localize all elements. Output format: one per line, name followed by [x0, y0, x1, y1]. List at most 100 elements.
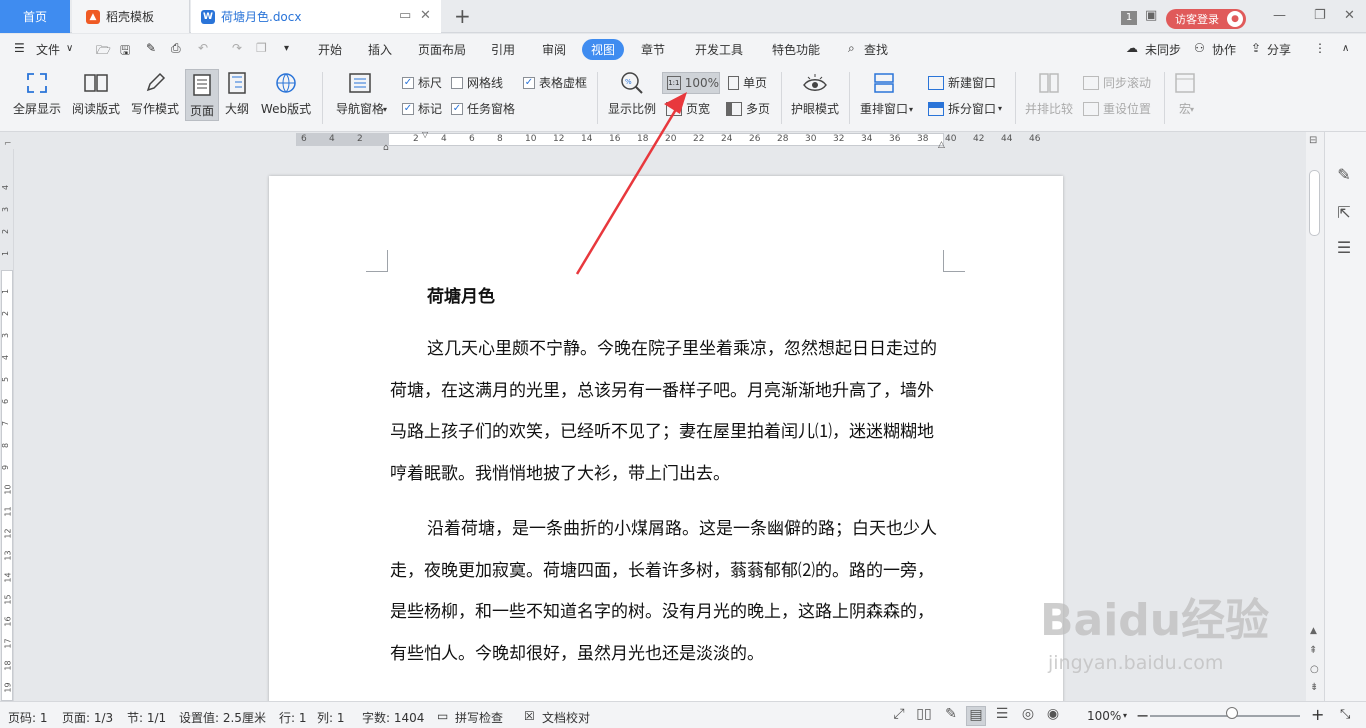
right-indent-icon[interactable]: △: [938, 140, 945, 150]
restore-icon[interactable]: ❐: [1314, 8, 1326, 23]
nav-pane-dropdown-icon[interactable]: ▾: [383, 105, 387, 114]
marks-checkbox[interactable]: ✓ 标记: [402, 100, 442, 117]
undo-icon[interactable]: ↶: [198, 41, 208, 55]
settings-sliders-icon[interactable]: ☰: [1333, 238, 1355, 260]
tab-stop-icon[interactable]: ⌐: [4, 139, 12, 149]
macro-button[interactable]: 宏: [1170, 64, 1200, 117]
tab-templates[interactable]: ▲ 稻壳模板: [72, 0, 190, 33]
open-icon[interactable]: 🗁: [96, 41, 111, 62]
new-tab-button[interactable]: +: [454, 4, 471, 28]
more-icon[interactable]: ⋮: [1314, 41, 1326, 55]
menu-references[interactable]: 引用: [491, 41, 515, 58]
page-view-button[interactable]: 页面: [185, 69, 219, 121]
minimize-icon[interactable]: —: [1273, 8, 1286, 23]
format-painter-icon[interactable]: ✎: [146, 41, 156, 55]
menu-review[interactable]: 审阅: [542, 41, 566, 58]
select-cursor-icon[interactable]: ⇱: [1333, 203, 1355, 225]
tab-home[interactable]: 首页: [0, 0, 70, 33]
gridlines-checkbox[interactable]: 网格线: [451, 74, 503, 91]
float-window-icon[interactable]: ▭: [399, 8, 411, 23]
fit-window-icon[interactable]: ⤡: [1340, 707, 1350, 722]
menu-insert[interactable]: 插入: [368, 41, 392, 58]
table-gridlines-checkbox[interactable]: ✓ 表格虚框: [523, 74, 587, 91]
collapse-ribbon-icon[interactable]: ∧: [1342, 43, 1349, 54]
writing-status-icon[interactable]: ✎: [941, 706, 961, 726]
single-page-button[interactable]: 单页: [728, 74, 767, 91]
outline-button[interactable]: 大纲: [222, 64, 252, 117]
menu-file[interactable]: 文件: [36, 41, 60, 58]
redo-icon[interactable]: ↷: [232, 41, 242, 55]
document-page[interactable]: 荷塘月色 这几天心里颇不宁静。今晚在院子里坐着乘凉，忽然想起日日走过的荷塘，在这…: [269, 176, 1063, 716]
status-page-number[interactable]: 页码: 1: [8, 709, 48, 726]
page-status-icon[interactable]: ▤: [966, 706, 986, 726]
first-line-indent-icon[interactable]: ▽: [422, 130, 428, 139]
multi-page-button[interactable]: 多页: [726, 100, 770, 117]
zoom-100-button[interactable]: 1:1 100%: [662, 72, 720, 94]
menu-start[interactable]: 开始: [318, 41, 342, 58]
status-row[interactable]: 行: 1: [279, 709, 307, 726]
reading-mode-button[interactable]: 阅读版式: [71, 64, 121, 117]
web-status-icon[interactable]: ◎: [1018, 706, 1038, 726]
zoom-in-icon[interactable]: +: [1311, 705, 1324, 724]
scrollbar-thumb[interactable]: [1309, 170, 1320, 236]
new-window-button[interactable]: 新建窗口: [928, 74, 996, 91]
status-section[interactable]: 节: 1/1: [127, 709, 166, 726]
close-window-icon[interactable]: ✕: [1344, 8, 1355, 23]
search-icon[interactable]: ⌕: [848, 41, 855, 56]
indent-marker-icon[interactable]: ⌂: [383, 143, 389, 153]
paragraph-2[interactable]: 沿着荷塘，是一条曲折的小煤屑路。这是一条幽僻的路；白天也少人走，夜晚更加寂寞。荷…: [390, 509, 946, 675]
chevron-down-icon[interactable]: ∨: [66, 43, 73, 54]
window-count-badge[interactable]: 1: [1121, 11, 1137, 25]
print-preview-icon[interactable]: ⎙: [171, 41, 181, 56]
sync-scroll-button[interactable]: 同步滚动: [1083, 74, 1151, 91]
zoom-button[interactable]: % 显示比例: [606, 64, 658, 117]
writing-mode-button[interactable]: 写作模式: [130, 64, 180, 117]
hamburger-icon[interactable]: ☰: [14, 41, 25, 55]
web-layout-button[interactable]: Web版式: [258, 64, 314, 117]
menu-view[interactable]: 视图: [582, 39, 625, 60]
rearrange-window-button[interactable]: 重排窗口: [858, 64, 910, 117]
status-zoom[interactable]: 100%: [1087, 709, 1121, 723]
menu-features[interactable]: 特色功能: [772, 41, 820, 58]
spellcheck-button[interactable]: 拼写检查: [455, 709, 503, 726]
menu-layout[interactable]: 页面布局: [418, 41, 466, 58]
prev-page-icon[interactable]: ⇞: [1309, 645, 1317, 656]
scroll-up-icon[interactable]: ▲: [1310, 626, 1317, 636]
menu-chapter[interactable]: 章节: [641, 41, 665, 58]
edit-pen-icon[interactable]: ✎: [1333, 165, 1355, 187]
split-window-button[interactable]: 拆分窗口 ▾: [928, 100, 1002, 117]
collab-icon[interactable]: ⚇: [1194, 41, 1205, 55]
status-setting[interactable]: 设置值: 2.5厘米: [179, 709, 266, 726]
proofread-button[interactable]: 文档校对: [542, 709, 590, 726]
zoom-slider-knob[interactable]: [1226, 707, 1238, 719]
skin-icon[interactable]: ▣: [1145, 8, 1157, 23]
zoom-slider[interactable]: [1150, 715, 1300, 717]
fullscreen-status-icon[interactable]: ⤢: [889, 706, 909, 726]
tab-document[interactable]: W 荷塘月色.docx ▭ ✕: [191, 0, 441, 33]
quick-access-more-icon[interactable]: ▾: [284, 43, 289, 54]
fullscreen-button[interactable]: 全屏显示: [12, 64, 62, 117]
menu-developer[interactable]: 开发工具: [695, 41, 743, 58]
select-browse-icon[interactable]: ○: [1310, 664, 1319, 675]
copy-icon[interactable]: ❐: [256, 41, 267, 55]
zoom-out-icon[interactable]: −: [1136, 706, 1149, 725]
document-title[interactable]: 荷塘月色: [427, 282, 495, 307]
ruler-checkbox[interactable]: ✓ 标尺: [402, 74, 442, 91]
menu-search[interactable]: 查找: [864, 41, 888, 58]
next-page-icon[interactable]: ⇟: [1310, 682, 1318, 693]
rearrange-dropdown-icon[interactable]: ▾: [909, 105, 913, 114]
collab-button[interactable]: 协作: [1212, 41, 1236, 58]
save-icon[interactable]: 🖫: [120, 41, 130, 62]
macro-dropdown-icon[interactable]: ▾: [1190, 105, 1194, 114]
nav-pane-button[interactable]: 导航窗格: [332, 64, 388, 117]
side-by-side-button[interactable]: 并排比较: [1023, 64, 1075, 117]
reset-position-button[interactable]: 重设位置: [1083, 100, 1151, 117]
zoom-dropdown-icon[interactable]: ▾: [1123, 711, 1127, 720]
eye-status-icon[interactable]: ◉: [1043, 706, 1063, 726]
paragraph-1[interactable]: 这几天心里颇不宁静。今晚在院子里坐着乘凉，忽然想起日日走过的荷塘，在这满月的光里…: [390, 329, 946, 495]
task-pane-checkbox[interactable]: ✓ 任务窗格: [451, 100, 515, 117]
status-col[interactable]: 列: 1: [317, 709, 345, 726]
cloud-icon[interactable]: ☁: [1126, 41, 1138, 55]
scroll-top-icon[interactable]: ⊟: [1309, 135, 1317, 146]
status-word-count[interactable]: 字数: 1404: [362, 709, 424, 726]
